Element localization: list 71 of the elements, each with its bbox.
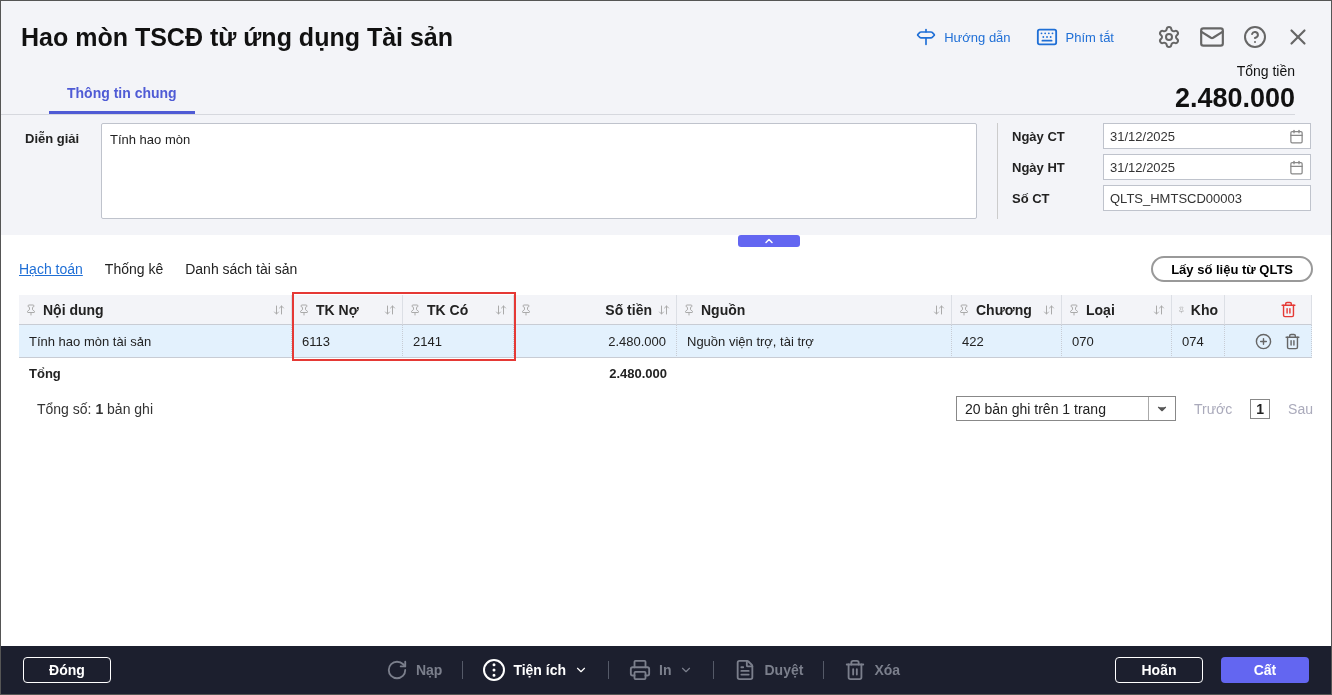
date-field[interactable]: 31/12/2025 [1103,154,1311,180]
pin-icon[interactable] [520,303,532,316]
total-label: Tổng tiền [1236,63,1295,79]
page-size-select[interactable]: 20 bản ghi trên 1 trang [956,396,1177,421]
signpost-icon [916,27,937,47]
field-label: Ngày CT [1012,128,1066,144]
table-cell: 070 [1062,325,1172,358]
trash-icon[interactable] [1284,332,1301,350]
cancel-button[interactable]: Hoãn [1115,657,1203,683]
total-row-amount: 2.480.000 [608,364,668,383]
pin-icon[interactable] [298,303,310,316]
column-header[interactable]: Chương [952,295,1062,325]
pin-icon[interactable] [409,303,421,316]
column-header[interactable]: TK Có [403,295,514,325]
input-field[interactable]: QLTS_HMTSCD00003 [1103,185,1311,211]
pin-icon[interactable] [1068,303,1080,316]
help-icon[interactable] [1243,25,1267,49]
keyboard-icon [1035,26,1058,48]
calendar-icon [1289,128,1304,144]
fetch-data-button[interactable]: Lấy số liệu từ QLTS [1151,256,1313,282]
printer-icon [629,659,652,681]
sort-icon[interactable] [384,303,396,316]
window-title: Hao mòn TSCĐ từ ứng dụng Tài sản [21,22,455,52]
sub-tab[interactable]: Hạch toán [19,261,83,277]
sub-tab[interactable]: Thống kê [104,261,164,277]
sort-icon[interactable] [1043,303,1055,316]
total-amount: 2.480.000 [1174,83,1295,114]
description-field[interactable]: Tính hao mòn [101,123,977,219]
collapse-button[interactable] [737,235,800,247]
record-count: Tổng số: 1 bản ghi [37,400,153,417]
sub-tab[interactable]: Danh sách tài sản [185,261,298,277]
table-cell: 6113 [292,325,403,358]
table-cell: 074 [1172,325,1225,358]
field-label: Diễn giải [25,130,81,148]
calendar-icon [1289,159,1304,175]
sort-icon[interactable] [495,303,507,316]
table-cell: Nguồn viện trợ, tài trợ [677,325,952,358]
date-field[interactable]: 31/12/2025 [1103,123,1311,149]
table-cell: 2141 [403,325,514,358]
more-icon [483,659,506,681]
shortcut-link[interactable]: Phím tắt [1035,26,1114,48]
table-cell: 2.480.000 [514,325,677,358]
table-cell: Tính hao mòn tài sản [19,325,292,358]
sort-icon[interactable] [658,303,670,316]
close-button[interactable]: Đóng [23,657,111,683]
utility-button[interactable]: Tiện ích [471,659,601,681]
settings-icon[interactable] [1157,25,1181,49]
column-header[interactable]: TK Nợ [292,295,403,325]
mail-icon[interactable] [1199,24,1225,50]
column-header[interactable]: Loại [1062,295,1172,325]
pin-icon[interactable] [958,303,970,316]
total-row-label: Tổng [28,364,62,383]
sort-icon[interactable] [1153,303,1165,316]
pin-icon[interactable] [25,303,37,316]
sort-icon[interactable] [933,303,945,316]
save-button[interactable]: Cất [1221,657,1309,683]
reload-icon [385,659,408,681]
add-row-icon[interactable] [1255,332,1272,350]
sort-icon[interactable] [273,303,285,316]
trash-icon [844,659,867,681]
guide-link[interactable]: Hướng dẫn [916,27,1011,47]
delete-all-icon[interactable] [1280,301,1297,318]
field-label: Ngày HT [1012,159,1066,175]
page-number[interactable]: 1 [1250,398,1271,419]
column-header[interactable]: Nguồn [677,295,952,325]
field-label: Số CT [1012,190,1051,206]
column-header[interactable]: Nội dung [19,295,292,325]
pin-icon[interactable] [683,303,695,316]
column-header[interactable]: Kho [1172,295,1225,325]
column-header[interactable]: Số tiền [514,295,677,325]
table-cell: 422 [952,325,1062,358]
